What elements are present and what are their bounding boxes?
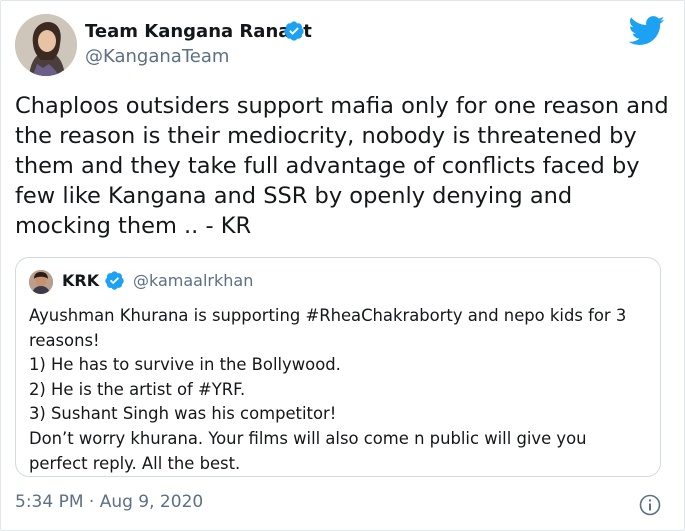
quoted-tweet[interactable]: KRK @kamaalrkhan Ayushman Khurana is sup… bbox=[15, 257, 661, 477]
profile-photo bbox=[15, 14, 77, 76]
quoted-text-line: 3) Sushant Singh was his competitor! bbox=[29, 404, 337, 424]
quoted-text-line: Ayushman Khurana is supporting #RheaChak… bbox=[29, 306, 627, 325]
quoted-text-line: perfect reply. All the best. bbox=[29, 453, 241, 473]
quoted-author-avatar[interactable] bbox=[29, 270, 53, 294]
twitter-bird-icon[interactable] bbox=[629, 16, 665, 46]
author-handle[interactable]: @KanganaTeam bbox=[85, 46, 229, 67]
quoted-profile-photo bbox=[29, 270, 53, 294]
author-name[interactable]: Team Kangana Ranaut bbox=[85, 21, 312, 42]
tweet-text: Chaploos outsiders support mafia only fo… bbox=[15, 93, 669, 239]
quoted-author-handle[interactable]: @kamaalrkhan bbox=[133, 271, 253, 290]
tweet-card: Team Kangana Ranaut @KanganaTeam Chaploo… bbox=[0, 0, 685, 531]
quoted-text-line: reasons! bbox=[29, 330, 100, 350]
tweet-timestamp[interactable]: 5:34 PM · Aug 9, 2020 bbox=[15, 492, 203, 512]
quoted-tweet-text: Ayushman Khurana is supporting #RheaChak… bbox=[29, 304, 649, 476]
quoted-text-line: 1) He has to survive in the Bollywood. bbox=[29, 355, 341, 375]
info-icon[interactable] bbox=[638, 493, 662, 517]
verified-badge-icon bbox=[284, 21, 304, 41]
quoted-author-name[interactable]: KRK bbox=[62, 271, 99, 290]
verified-badge-icon bbox=[105, 271, 124, 290]
quoted-text-line: 2) He is the artist of #YRF. bbox=[29, 379, 246, 399]
quoted-text-line: Don’t worry khurana. Your films will als… bbox=[29, 428, 587, 448]
author-avatar[interactable] bbox=[15, 14, 77, 76]
